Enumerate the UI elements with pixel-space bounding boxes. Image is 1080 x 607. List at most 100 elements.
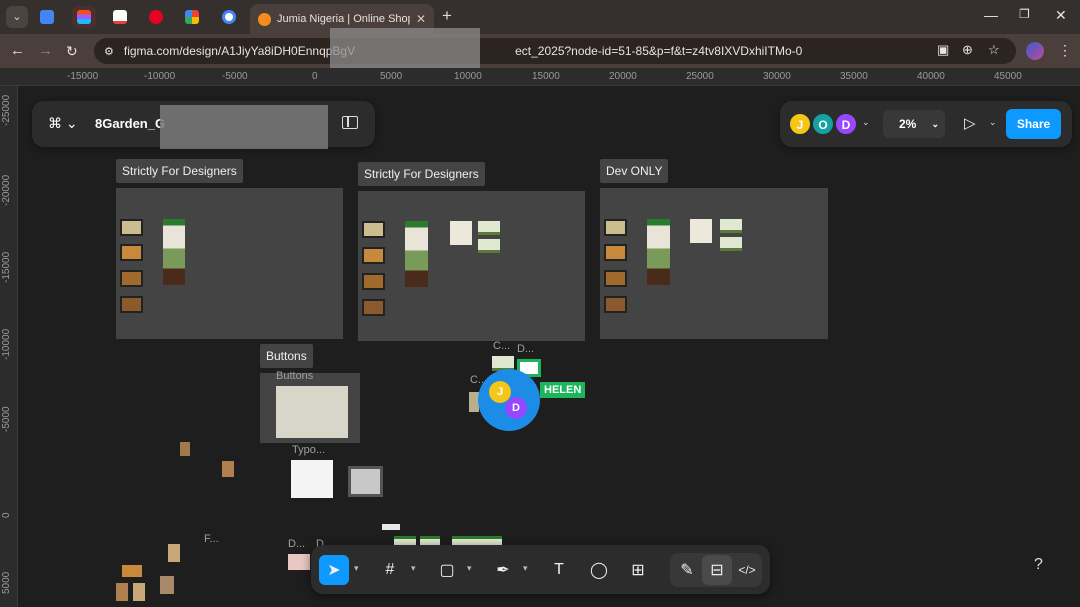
ruler-tick: 20000 bbox=[609, 71, 637, 82]
tab-search-button[interactable]: ⌄ bbox=[6, 6, 28, 28]
cursor-name-tag: HELEN bbox=[540, 382, 586, 398]
avatar[interactable]: J bbox=[789, 113, 811, 135]
chevron-down-icon[interactable]: ▾ bbox=[354, 563, 359, 574]
zoom-icon[interactable]: ⊕ bbox=[962, 42, 973, 58]
window-close-icon[interactable]: ✕ bbox=[1055, 7, 1067, 24]
buttons-frame[interactable] bbox=[276, 386, 348, 438]
profile-avatar[interactable] bbox=[1026, 42, 1044, 60]
forward-icon[interactable]: → bbox=[38, 41, 53, 61]
section-label-dev[interactable]: Dev ONLY bbox=[600, 159, 669, 183]
url-input[interactable]: ⚙ figma.com/design/A1JiyYa8iDH0EnnqpBgV … bbox=[94, 38, 1016, 64]
frame-thumbnail[interactable] bbox=[450, 221, 472, 245]
chevron-down-icon[interactable]: ▾ bbox=[411, 563, 416, 574]
help-button[interactable]: ? bbox=[1034, 556, 1043, 574]
frame-thumbnail[interactable] bbox=[604, 219, 627, 236]
reload-icon[interactable]: ↻ bbox=[66, 41, 78, 61]
frame-thumbnail[interactable] bbox=[604, 244, 627, 261]
chevron-down-icon: ⌄ bbox=[931, 119, 939, 129]
frame-thumbnail[interactable] bbox=[120, 270, 143, 287]
pinned-tab-google[interactable] bbox=[217, 6, 241, 28]
pen-tool-icon[interactable]: ✒ bbox=[488, 555, 518, 585]
google-icon bbox=[222, 10, 236, 24]
frame-thumbnail[interactable] bbox=[382, 524, 400, 530]
chevron-down-icon[interactable]: ▾ bbox=[523, 563, 528, 574]
section-dev-only[interactable] bbox=[600, 188, 828, 339]
frame-thumbnail[interactable] bbox=[120, 244, 143, 261]
share-button[interactable]: Share bbox=[1006, 109, 1061, 139]
frame-thumbnail[interactable] bbox=[362, 247, 385, 264]
bookmark-star-icon[interactable]: ☆ bbox=[988, 42, 1000, 58]
frame-thumbnail[interactable] bbox=[222, 461, 234, 477]
frame-thumbnail[interactable] bbox=[120, 219, 143, 236]
close-tab-icon[interactable]: ✕ bbox=[416, 12, 426, 26]
frame-thumbnail[interactable] bbox=[288, 554, 310, 570]
frame-thumbnail[interactable] bbox=[604, 296, 627, 313]
frame-thumbnail[interactable] bbox=[133, 583, 145, 601]
chevron-down-icon[interactable]: ▾ bbox=[467, 563, 472, 574]
avatar[interactable]: D bbox=[835, 113, 857, 135]
back-icon[interactable]: ← bbox=[10, 41, 25, 61]
frame-thumbnail[interactable] bbox=[720, 219, 742, 233]
ruler-tick: -5000 bbox=[222, 71, 248, 82]
site-info-icon[interactable]: ⚙ bbox=[104, 45, 114, 58]
project-name[interactable]: 8Garden_G bbox=[95, 116, 165, 131]
cast-icon[interactable]: ▣ bbox=[937, 42, 949, 58]
frame-thumbnail[interactable] bbox=[163, 219, 185, 285]
section-designers-2[interactable] bbox=[358, 191, 585, 341]
design-mode-icon[interactable]: ⊟ bbox=[702, 555, 732, 585]
frame-thumbnail[interactable] bbox=[120, 296, 143, 313]
chevron-down-icon[interactable]: ⌄ bbox=[862, 117, 870, 128]
ruler-tick: -20000 bbox=[1, 174, 12, 206]
zoom-dropdown[interactable]: 2% ⌄ bbox=[883, 110, 945, 138]
typography-frame[interactable] bbox=[291, 460, 333, 498]
rectangle-tool-icon[interactable]: ▢ bbox=[432, 555, 462, 585]
pinned-tab-photos[interactable] bbox=[180, 6, 204, 28]
pinned-tab-docs[interactable] bbox=[35, 6, 59, 28]
draw-mode-icon[interactable]: ✎ bbox=[672, 555, 702, 585]
browser-menu-icon[interactable]: ⋮ bbox=[1058, 42, 1072, 59]
frame-thumbnail[interactable] bbox=[690, 219, 712, 243]
ruler-tick: 5000 bbox=[1, 571, 12, 594]
frame-thumbnail[interactable] bbox=[604, 270, 627, 287]
move-tool-icon[interactable]: ➤ bbox=[319, 555, 349, 585]
frame-thumbnail[interactable] bbox=[720, 237, 742, 251]
frame-thumbnail[interactable] bbox=[180, 442, 190, 456]
actions-tool-icon[interactable]: ⊞ bbox=[623, 555, 653, 585]
pinned-tab-figma[interactable] bbox=[72, 6, 96, 28]
dev-mode-icon[interactable]: </> bbox=[732, 555, 762, 585]
frame-thumbnail[interactable] bbox=[116, 583, 128, 601]
section-label-designers-2[interactable]: Strictly For Designers bbox=[358, 162, 485, 186]
comment-tool-icon[interactable]: ◯ bbox=[584, 555, 614, 585]
frame-thumbnail[interactable] bbox=[362, 221, 385, 238]
present-play-icon[interactable]: ▷ bbox=[964, 114, 976, 132]
maximize-icon[interactable]: ❐ bbox=[1019, 7, 1030, 21]
frame-thumbnail[interactable] bbox=[405, 221, 428, 287]
gmail-icon bbox=[113, 10, 127, 24]
frame-thumbnail[interactable] bbox=[647, 219, 670, 285]
avatar[interactable]: O bbox=[812, 113, 834, 135]
section-buttons[interactable]: Buttons bbox=[260, 370, 360, 443]
new-tab-icon[interactable]: + bbox=[442, 6, 452, 26]
pinned-tab-gmail[interactable] bbox=[108, 6, 132, 28]
frame-thumbnail[interactable] bbox=[362, 273, 385, 290]
figma-canvas[interactable]: -15000 -10000 -5000 0 5000 10000 15000 2… bbox=[0, 68, 1080, 607]
section-label-buttons[interactable]: Buttons bbox=[260, 344, 313, 368]
frame-thumbnail[interactable] bbox=[160, 576, 174, 594]
minimize-icon[interactable]: — bbox=[984, 7, 998, 23]
sidebar-toggle-icon[interactable] bbox=[342, 116, 358, 129]
redacted-url-blur bbox=[330, 28, 480, 72]
text-tool-icon[interactable]: T bbox=[544, 555, 574, 585]
frame-thumbnail[interactable] bbox=[478, 221, 500, 235]
section-label-designers-1[interactable]: Strictly For Designers bbox=[116, 159, 243, 183]
frame-thumbnail[interactable] bbox=[168, 544, 180, 562]
chevron-down-icon[interactable]: ⌄ bbox=[989, 117, 997, 128]
frame-thumbnail[interactable] bbox=[362, 299, 385, 316]
ruler-tick: 0 bbox=[1, 512, 12, 518]
frame-tool-icon[interactable]: # bbox=[375, 555, 405, 585]
pinned-tab-pinterest[interactable] bbox=[144, 6, 168, 28]
frame-thumbnail[interactable] bbox=[348, 466, 383, 497]
frame-thumbnail[interactable] bbox=[122, 565, 142, 577]
frame-thumbnail[interactable] bbox=[478, 239, 500, 253]
figma-menu-icon[interactable]: ⌘ ⌄ bbox=[48, 115, 78, 132]
section-designers-1[interactable] bbox=[116, 188, 343, 339]
